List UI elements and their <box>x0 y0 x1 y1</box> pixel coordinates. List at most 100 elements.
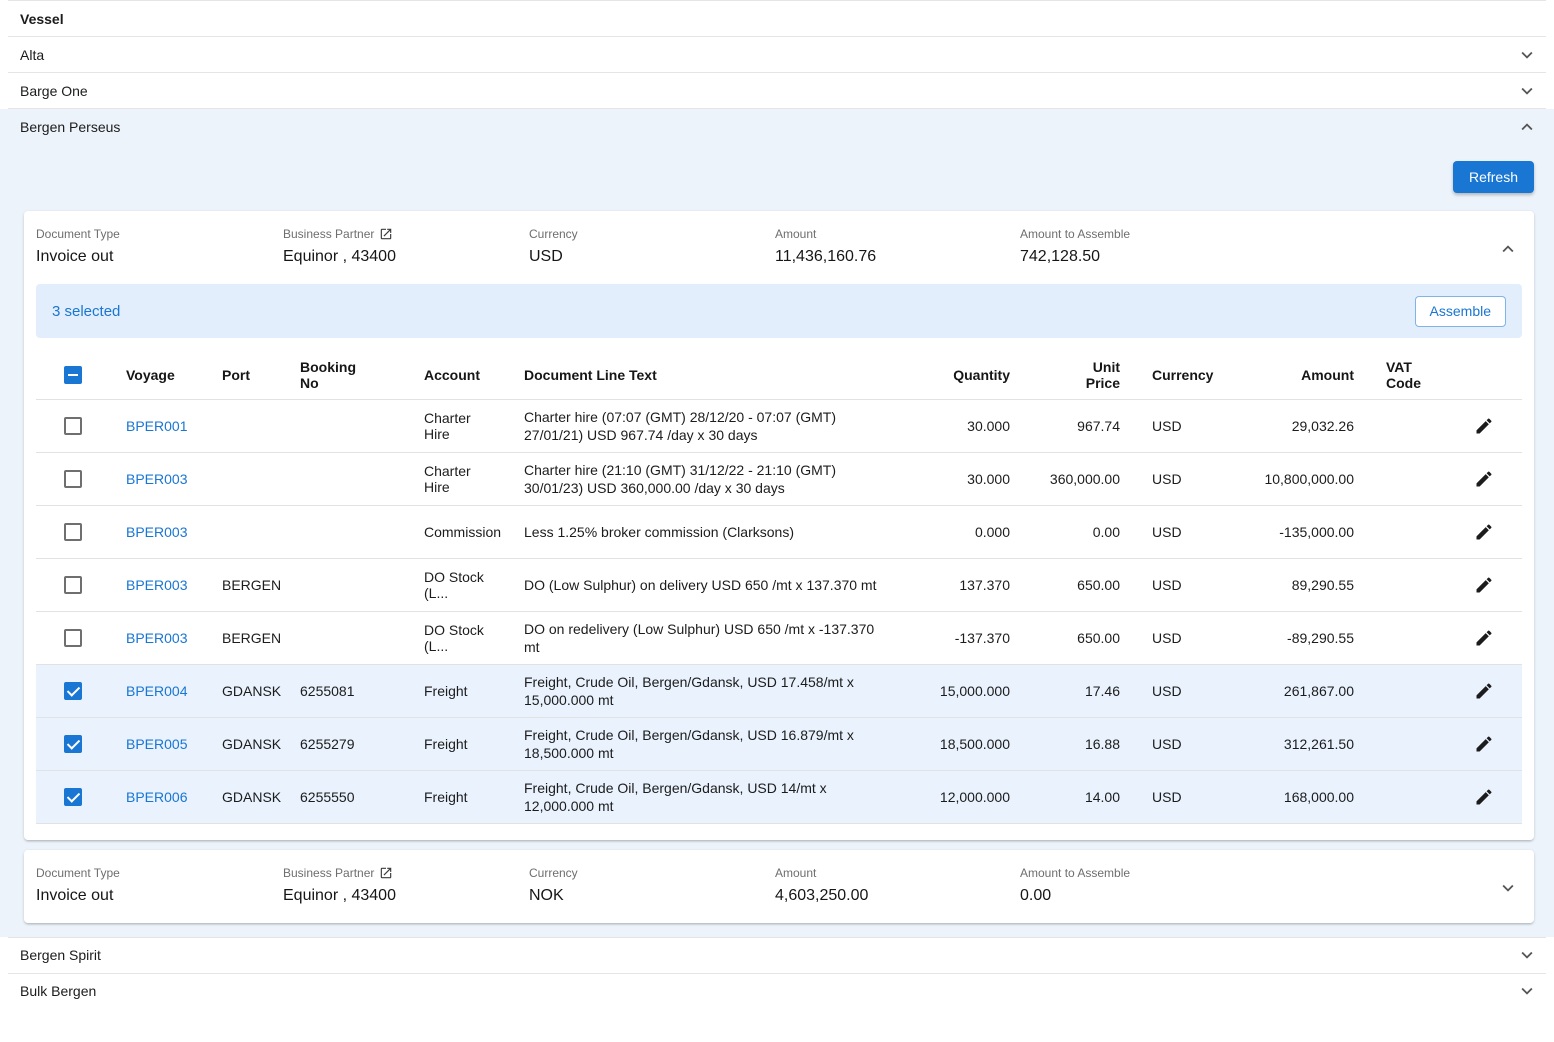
row-checkbox[interactable] <box>64 417 82 435</box>
business-partner-value: Equinor , 43400 <box>283 887 529 905</box>
document-type-label: Document Type <box>36 227 283 241</box>
currency-cell: USD <box>1136 452 1224 505</box>
edit-button[interactable] <box>1474 469 1494 489</box>
vessel-row-barge-one[interactable]: Barge One <box>0 73 1554 108</box>
vessel-row-bergen-perseus[interactable]: Bergen Perseus <box>0 109 1554 144</box>
document-type-value: Invoice out <box>36 887 283 905</box>
edit-button[interactable] <box>1474 787 1494 807</box>
amount-field: Amount 4,603,250.00 <box>775 866 1020 905</box>
vessel-list-header-label: Vessel <box>20 11 64 27</box>
select-all-checkbox[interactable] <box>64 366 82 384</box>
currency-cell: USD <box>1136 664 1224 717</box>
voyage-link[interactable]: BPER003 <box>126 577 187 593</box>
row-checkbox[interactable] <box>64 629 82 647</box>
vat-code-cell <box>1370 717 1466 770</box>
col-header-account: Account <box>408 352 508 399</box>
amount-to-assemble-value: 742,128.50 <box>1020 248 1486 266</box>
table-row: BPER003 BERGEN DO Stock (L... DO on rede… <box>36 611 1522 664</box>
document-summary: Document Type Invoice out Business Partn… <box>24 211 1534 284</box>
business-partner-field: Business Partner Equinor , 43400 <box>283 227 529 266</box>
voyage-link[interactable]: BPER001 <box>126 418 187 434</box>
bergen-perseus-expanded-panel: Bergen Perseus Refresh Document Type Inv… <box>0 109 1554 937</box>
amount-cell: 261,867.00 <box>1224 664 1370 717</box>
account-cell: Freight <box>408 664 508 717</box>
chevron-down-icon <box>1516 44 1538 66</box>
pencil-icon <box>1474 734 1494 754</box>
chevron-up-icon <box>1497 238 1519 260</box>
booking-no-cell <box>284 399 408 452</box>
port-cell <box>206 399 284 452</box>
vessel-row-bulk-bergen[interactable]: Bulk Bergen <box>0 974 1554 1009</box>
chevron-up-icon <box>1516 116 1538 138</box>
col-header-vat-code: VAT Code <box>1370 352 1466 399</box>
vessel-row-alta[interactable]: Alta <box>0 37 1554 72</box>
voyage-link[interactable]: BPER003 <box>126 630 187 646</box>
currency-label: Currency <box>529 866 775 880</box>
selection-count: 3 selected <box>52 303 120 320</box>
edit-button[interactable] <box>1474 681 1494 701</box>
col-header-document-line-text: Document Line Text <box>508 352 906 399</box>
booking-no-cell <box>284 611 408 664</box>
edit-button[interactable] <box>1474 628 1494 648</box>
pencil-icon <box>1474 416 1494 436</box>
row-checkbox[interactable] <box>64 523 82 541</box>
document-card-nok: Document Type Invoice out Business Partn… <box>24 850 1534 923</box>
vat-code-cell <box>1370 770 1466 823</box>
document-line-text-cell: Freight, Crude Oil, Bergen/Gdansk, USD 1… <box>508 664 906 717</box>
vat-code-cell <box>1370 611 1466 664</box>
currency-value: NOK <box>529 887 775 905</box>
vessel-row-bergen-spirit[interactable]: Bergen Spirit <box>0 938 1554 973</box>
port-cell <box>206 452 284 505</box>
col-header-booking-no: Booking No <box>284 352 408 399</box>
voyage-link[interactable]: BPER006 <box>126 789 187 805</box>
chevron-down-icon <box>1497 877 1519 899</box>
open-in-new-icon[interactable] <box>379 866 393 880</box>
voyage-link[interactable]: BPER004 <box>126 683 187 699</box>
expand-document-button[interactable] <box>1494 874 1522 902</box>
collapse-document-button[interactable] <box>1494 235 1522 263</box>
vat-code-cell <box>1370 558 1466 611</box>
unit-price-cell: 650.00 <box>1026 611 1136 664</box>
edit-button[interactable] <box>1474 734 1494 754</box>
amount-to-assemble-label: Amount to Assemble <box>1020 866 1486 880</box>
amount-field: Amount 11,436,160.76 <box>775 227 1020 266</box>
voyage-link[interactable]: BPER005 <box>126 736 187 752</box>
edit-button[interactable] <box>1474 575 1494 595</box>
col-header-currency: Currency <box>1136 352 1224 399</box>
quantity-cell: 15,000.000 <box>906 664 1026 717</box>
col-header-actions <box>1466 352 1522 399</box>
table-row: BPER001 Charter Hire Charter hire (07:07… <box>36 399 1522 452</box>
amount-cell: 168,000.00 <box>1224 770 1370 823</box>
pencil-icon <box>1474 681 1494 701</box>
amount-to-assemble-field: Amount to Assemble 0.00 <box>1020 866 1486 905</box>
row-checkbox[interactable] <box>64 682 82 700</box>
row-checkbox[interactable] <box>64 735 82 753</box>
open-in-new-icon[interactable] <box>379 227 393 241</box>
voyage-link[interactable]: BPER003 <box>126 471 187 487</box>
col-header-voyage: Voyage <box>110 352 206 399</box>
port-cell <box>206 505 284 558</box>
vat-code-cell <box>1370 452 1466 505</box>
amount-cell: 10,800,000.00 <box>1224 452 1370 505</box>
vessel-name: Alta <box>20 47 44 63</box>
quantity-cell: 137.370 <box>906 558 1026 611</box>
table-row: BPER003 BERGEN DO Stock (L... DO (Low Su… <box>36 558 1522 611</box>
assemble-button[interactable]: Assemble <box>1415 296 1506 327</box>
unit-price-cell: 14.00 <box>1026 770 1136 823</box>
voyage-link[interactable]: BPER003 <box>126 524 187 540</box>
currency-cell: USD <box>1136 558 1224 611</box>
chevron-down-icon <box>1516 980 1538 1002</box>
edit-button[interactable] <box>1474 522 1494 542</box>
row-checkbox[interactable] <box>64 470 82 488</box>
row-checkbox[interactable] <box>64 576 82 594</box>
port-cell: BERGEN <box>206 611 284 664</box>
row-checkbox[interactable] <box>64 788 82 806</box>
quantity-cell: -137.370 <box>906 611 1026 664</box>
document-type-field: Document Type Invoice out <box>36 227 283 266</box>
business-partner-field: Business Partner Equinor , 43400 <box>283 866 529 905</box>
refresh-button[interactable]: Refresh <box>1453 161 1534 193</box>
booking-no-cell: 6255550 <box>284 770 408 823</box>
chevron-down-icon <box>1516 944 1538 966</box>
table-row: BPER006 GDANSK 6255550 Freight Freight, … <box>36 770 1522 823</box>
edit-button[interactable] <box>1474 416 1494 436</box>
